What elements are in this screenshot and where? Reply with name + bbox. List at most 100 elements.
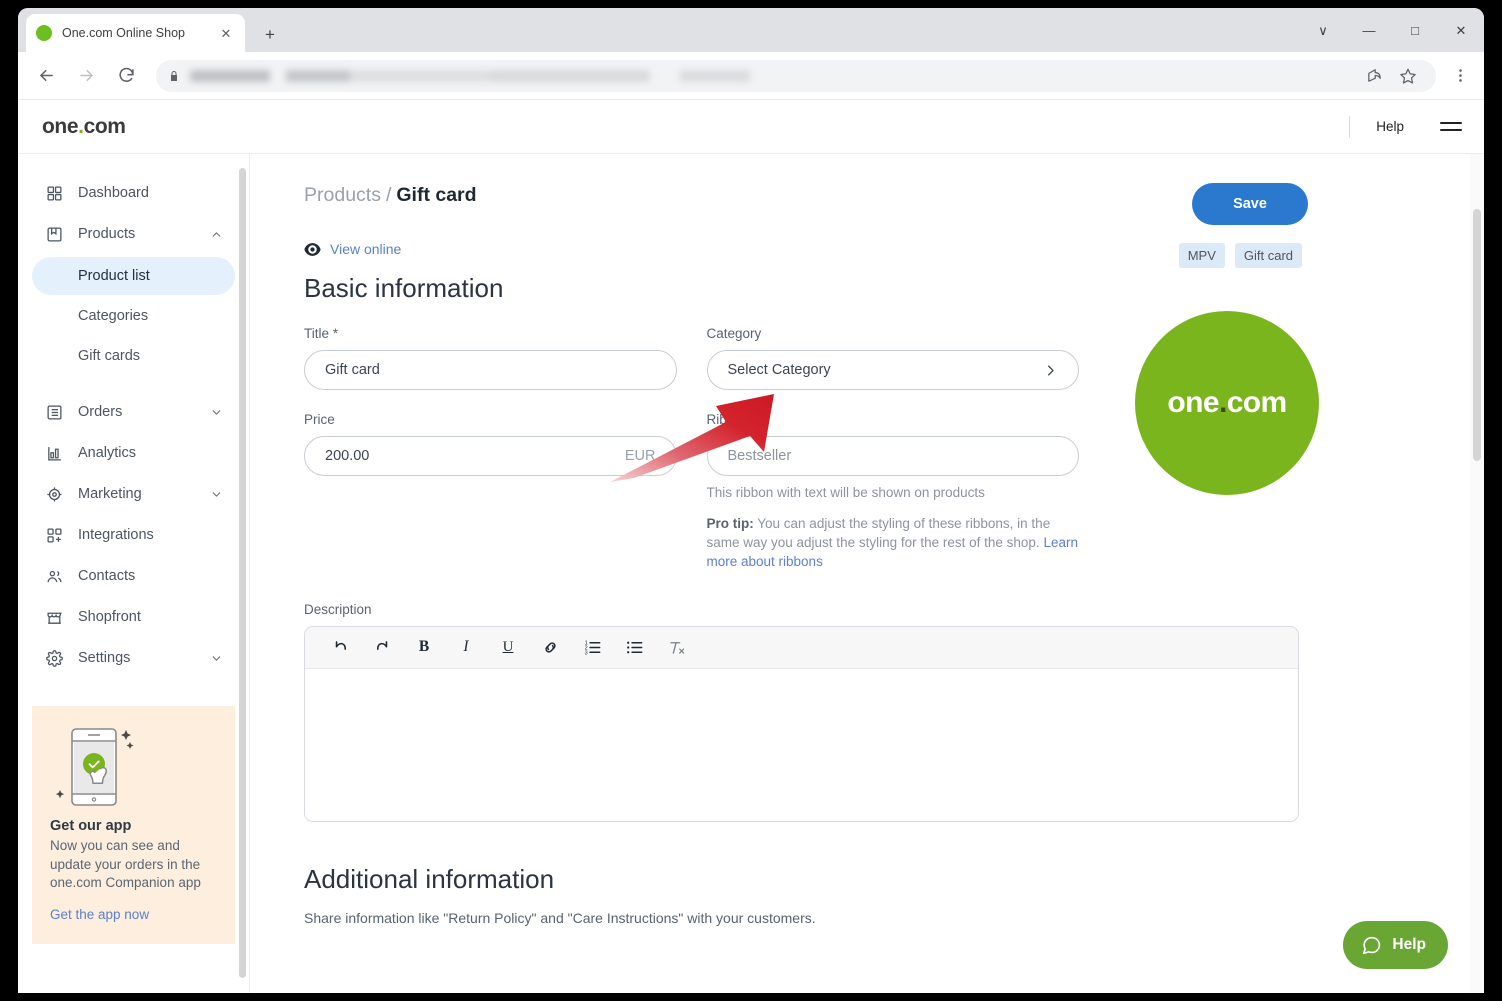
- additional-information-description: Share information like "Return Policy" a…: [304, 910, 1484, 926]
- pro-tip-label: Pro tip:: [707, 516, 754, 531]
- title-input-value: Gift card: [325, 362, 380, 378]
- lock-icon: [168, 69, 180, 83]
- sidebar-item-product-list[interactable]: Product list: [32, 257, 235, 295]
- back-icon[interactable]: [29, 59, 63, 93]
- sidebar-item-label: Orders: [78, 404, 210, 420]
- sidebar-item-analytics[interactable]: Analytics: [32, 435, 235, 471]
- title-input[interactable]: Gift card: [304, 350, 677, 390]
- bold-icon[interactable]: B: [403, 626, 445, 668]
- chevron-up-icon[interactable]: [210, 228, 223, 241]
- ribbon-help-text: This ribbon with text will be shown on p…: [707, 483, 1080, 502]
- header-help-link[interactable]: Help: [1376, 119, 1404, 134]
- maximize-icon[interactable]: □: [1392, 8, 1438, 52]
- view-online-link[interactable]: View online: [304, 241, 1484, 257]
- category-select[interactable]: Select Category: [707, 350, 1080, 390]
- help-widget-button[interactable]: Help: [1343, 921, 1448, 969]
- promo-title: Get our app: [50, 818, 217, 834]
- green-circle-favicon: [36, 25, 52, 41]
- undo-icon[interactable]: [319, 626, 361, 668]
- chevron-right-icon: [1043, 363, 1058, 378]
- ordered-list-icon[interactable]: 123: [571, 626, 613, 668]
- svg-text:3: 3: [584, 650, 587, 656]
- sidebar-item-shopfront[interactable]: Shopfront: [32, 599, 235, 635]
- get-the-app-link[interactable]: Get the app now: [50, 907, 217, 922]
- products-icon: [44, 224, 64, 244]
- ribbon-input-placeholder: Bestseller: [728, 448, 792, 464]
- product-image[interactable]: one.com: [1135, 311, 1319, 495]
- bullet-list-icon[interactable]: [613, 626, 655, 668]
- promo-text: Now you can see and update your orders i…: [50, 837, 217, 893]
- italic-icon[interactable]: I: [445, 626, 487, 668]
- editor-toolbar: B I U: [305, 627, 1298, 669]
- app-header: one.com Help: [18, 100, 1484, 154]
- header-divider: [1349, 116, 1350, 138]
- sidebar-item-dashboard[interactable]: Dashboard: [32, 175, 235, 211]
- close-icon[interactable]: ✕: [217, 24, 235, 42]
- sidebar-subitem-label: Gift cards: [78, 348, 140, 364]
- sidebar-gap: [18, 377, 249, 389]
- browser-toolbar: [18, 52, 1484, 100]
- sidebar-item-gift-cards[interactable]: Gift cards: [32, 337, 235, 375]
- chevron-down-icon[interactable]: [210, 652, 223, 665]
- sidebar-item-label: Dashboard: [78, 185, 223, 201]
- browser-menu-icon[interactable]: [1444, 60, 1476, 92]
- price-field-label: Price: [304, 412, 677, 427]
- sidebar-item-label: Products: [78, 226, 210, 242]
- chat-bubble-icon: [1361, 935, 1382, 956]
- breadcrumb-products-link[interactable]: Products: [304, 184, 381, 206]
- chevron-down-icon[interactable]: [210, 406, 223, 419]
- sidebar-item-orders[interactable]: Orders: [32, 394, 235, 430]
- sidebar-item-integrations[interactable]: Integrations: [32, 517, 235, 553]
- settings-gear-icon: [44, 648, 64, 668]
- field-spacer: [707, 390, 1080, 412]
- status-badge-gift-card: Gift card: [1235, 243, 1302, 268]
- page-scrollbar-track[interactable]: [1470, 154, 1484, 993]
- sidebar-item-products[interactable]: Products: [32, 216, 235, 252]
- onecom-logo[interactable]: one.com: [42, 115, 126, 139]
- new-tab-button[interactable]: +: [256, 20, 284, 48]
- sidebar-item-contacts[interactable]: Contacts: [32, 558, 235, 594]
- sidebar-item-categories[interactable]: Categories: [32, 297, 235, 335]
- ribbon-input[interactable]: Bestseller: [707, 436, 1080, 476]
- sidebar: Dashboard Products Product list: [18, 154, 250, 993]
- browser-tab[interactable]: One.com Online Shop ✕: [26, 14, 245, 52]
- breadcrumb-separator: /: [386, 184, 391, 206]
- product-image-logo: one.com: [1167, 386, 1286, 420]
- basic-information-heading: Basic information: [304, 273, 1484, 304]
- sidebar-subitem-label: Product list: [78, 268, 150, 284]
- eye-icon: [304, 243, 321, 256]
- status-badge-mpv: MPV: [1179, 243, 1225, 268]
- browser-window: One.com Online Shop ✕ + ∨ — □ ✕: [18, 8, 1484, 993]
- hamburger-icon[interactable]: [1440, 117, 1462, 136]
- link-icon[interactable]: [529, 626, 571, 668]
- clear-format-icon[interactable]: [655, 626, 697, 668]
- forward-icon[interactable]: [69, 59, 103, 93]
- address-bar[interactable]: [156, 60, 1436, 92]
- underline-icon[interactable]: U: [487, 626, 529, 668]
- save-button[interactable]: Save: [1192, 183, 1308, 225]
- bookmark-star-icon[interactable]: [1392, 60, 1424, 92]
- orders-icon: [44, 402, 64, 422]
- share-icon[interactable]: [1358, 60, 1390, 92]
- chevron-down-icon[interactable]: [210, 488, 223, 501]
- main-content: Products/Gift card Save View online MPV …: [250, 154, 1484, 993]
- marketing-icon: [44, 484, 64, 504]
- sidebar-item-label: Contacts: [78, 568, 223, 584]
- reload-icon[interactable]: [109, 59, 143, 93]
- analytics-icon: [44, 443, 64, 463]
- minimize-icon[interactable]: —: [1346, 8, 1392, 52]
- page-scrollbar-thumb[interactable]: [1473, 209, 1481, 461]
- dashboard-icon: [44, 183, 64, 203]
- price-input[interactable]: 200.00 EUR: [304, 436, 677, 476]
- sidebar-item-label: Analytics: [78, 445, 223, 461]
- sidebar-scrollbar[interactable]: [239, 168, 246, 978]
- chevron-down-icon[interactable]: ∨: [1300, 8, 1346, 52]
- sidebar-item-marketing[interactable]: Marketing: [32, 476, 235, 512]
- redo-icon[interactable]: [361, 626, 403, 668]
- description-editor-body[interactable]: [305, 669, 1298, 821]
- window-close-icon[interactable]: ✕: [1438, 8, 1484, 52]
- sidebar-item-settings[interactable]: Settings: [32, 640, 235, 676]
- basic-information-form: Title * Gift card Price 200.00 EUR: [304, 326, 1079, 572]
- form-column-right: Category Select Category Ribbon Bestsell…: [707, 326, 1080, 572]
- view-online-label: View online: [330, 241, 401, 257]
